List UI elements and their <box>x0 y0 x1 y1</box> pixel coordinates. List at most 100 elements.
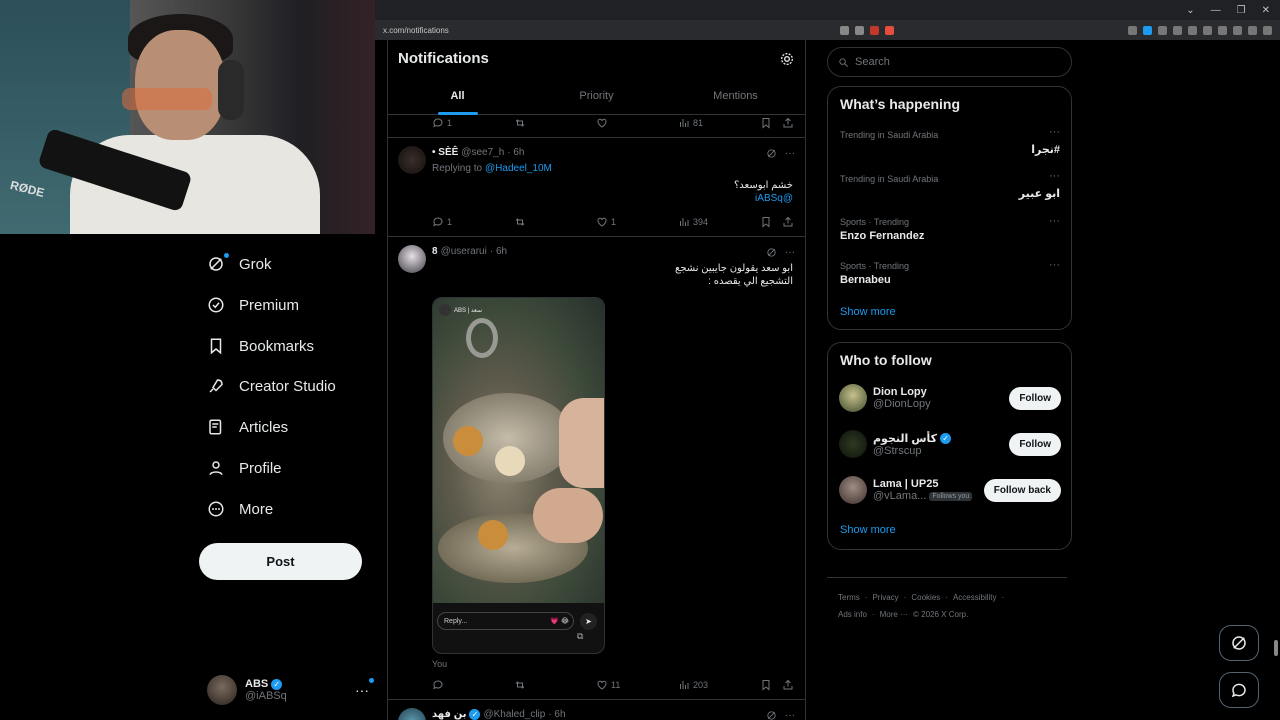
warning-icon[interactable] <box>885 25 894 35</box>
messages-float-button[interactable] <box>1219 672 1259 708</box>
share-button[interactable] <box>782 117 794 129</box>
reply-button[interactable]: 1 <box>432 216 452 228</box>
account-switcher[interactable]: ABS ✓ @iABSq ··· <box>207 672 377 708</box>
reply-button[interactable]: 1 <box>432 117 452 129</box>
follow-suggestion[interactable]: Lama | UP25 @vLama... Follows you Follow … <box>839 475 1061 505</box>
replying-to-link[interactable]: @Hadeel_10M <box>485 163 552 174</box>
nav-item-profile[interactable]: Profile <box>207 456 282 480</box>
more-options-icon[interactable]: ··· <box>1049 170 1060 182</box>
shield-icon[interactable] <box>1248 25 1257 35</box>
extension-icon[interactable] <box>1158 25 1167 35</box>
follow-button[interactable]: Follow <box>1009 386 1061 410</box>
nav-item-more[interactable]: More <box>207 497 273 521</box>
follow-name[interactable]: Lama | UP25 <box>873 478 978 490</box>
like-button[interactable]: 11 <box>596 679 620 691</box>
retweet-button[interactable] <box>514 216 526 228</box>
address-bar[interactable]: x.com/notifications <box>375 20 1280 40</box>
tweet-author-name[interactable]: 8 <box>432 246 438 257</box>
bookmark-button[interactable] <box>760 216 772 228</box>
search-input[interactable]: Search <box>827 47 1072 77</box>
avatar[interactable] <box>839 384 867 412</box>
minimize-icon[interactable]: — <box>1211 5 1221 16</box>
views-button[interactable]: 81 <box>678 117 703 129</box>
page-scrollbar[interactable] <box>1272 40 1280 720</box>
post-button[interactable]: Post <box>199 543 362 580</box>
follow-button[interactable]: Follow <box>1009 432 1061 456</box>
follow-handle[interactable]: @DionLopy <box>873 398 1003 410</box>
more-options-icon[interactable]: ··· <box>1049 259 1060 271</box>
grok-icon[interactable] <box>766 247 777 258</box>
url-text[interactable]: x.com/notifications <box>383 26 1128 35</box>
music-icon[interactable] <box>1188 25 1197 35</box>
footer-privacy[interactable]: Privacy <box>872 593 898 602</box>
extension-icon[interactable] <box>1128 25 1137 35</box>
trend-item[interactable]: Trending in Saudi Arabia #نجرا ··· <box>840 126 1060 156</box>
tweet-time[interactable]: · 6h <box>548 709 565 720</box>
footer-accessibility[interactable]: Accessibility <box>953 593 997 602</box>
retweet-button[interactable] <box>514 679 526 691</box>
restore-icon[interactable]: ❐ <box>1237 5 1246 16</box>
nav-item-premium[interactable]: Premium <box>207 293 299 317</box>
follow-handle[interactable]: @vLama... <box>873 490 926 502</box>
sidebar-icon[interactable] <box>1203 25 1212 35</box>
more-options-icon[interactable]: ··· <box>1049 126 1060 138</box>
puzzle-icon[interactable] <box>1233 25 1242 35</box>
retweet-button[interactable] <box>514 117 526 129</box>
follow-handle[interactable]: @Strscup <box>873 445 1003 457</box>
tweet[interactable]: 8 @userarui · 6h ··· ابو سعد يقولون جايب… <box>388 237 805 700</box>
views-button[interactable]: 203 <box>678 679 708 691</box>
nav-item-creator-studio[interactable]: Creator Studio <box>207 374 336 398</box>
share-button[interactable] <box>782 679 794 691</box>
tweet-author-name[interactable]: بن فهد <box>432 709 466 720</box>
gear-icon[interactable] <box>779 51 795 67</box>
follow-name[interactable]: Dion Lopy <box>873 386 1003 398</box>
scrollbar-thumb[interactable] <box>1274 640 1278 656</box>
more-options-icon[interactable]: ··· <box>1049 215 1060 227</box>
avatar[interactable] <box>398 708 426 720</box>
footer-more[interactable]: More ··· <box>880 610 908 619</box>
footer-terms[interactable]: Terms <box>838 593 860 602</box>
extension-icon[interactable] <box>870 25 879 35</box>
grok-float-button[interactable] <box>1219 625 1259 661</box>
more-options-icon[interactable]: ··· <box>785 710 795 720</box>
tweet-time[interactable]: · 6h <box>507 147 524 158</box>
nav-item-articles[interactable]: Articles <box>207 415 288 439</box>
trend-item[interactable]: Trending in Saudi Arabia ابو عبير ··· <box>840 170 1060 200</box>
tweet-author-name[interactable]: • SÈÊ <box>432 147 458 158</box>
downloads-icon[interactable] <box>1218 25 1227 35</box>
tab-all[interactable]: All <box>388 80 527 115</box>
trend-item[interactable]: Sports · Trending Bernabeu ··· <box>840 259 1060 286</box>
tweet-author-handle[interactable]: @see7_h <box>461 147 504 158</box>
footer-cookies[interactable]: Cookies <box>911 593 940 602</box>
tweet[interactable]: • SÈÊ @see7_h · 6h ··· Replying to @Hade… <box>388 138 805 237</box>
tweet-author-handle[interactable]: @Khaled_clip <box>483 709 545 720</box>
more-options-icon[interactable]: ··· <box>785 148 795 159</box>
footer-ads-info[interactable]: Ads info <box>838 610 867 619</box>
grok-icon[interactable] <box>766 710 777 720</box>
more-options-icon[interactable]: ··· <box>785 247 795 258</box>
like-button[interactable]: 1 <box>596 216 616 228</box>
follow-suggestion[interactable]: Dion Lopy @DionLopy Follow <box>839 383 1061 413</box>
menu-icon[interactable] <box>1263 25 1272 35</box>
grok-icon[interactable] <box>766 148 777 159</box>
mention-link[interactable]: @iABSq <box>755 192 793 205</box>
show-more-link[interactable]: Show more <box>840 524 896 536</box>
tweet-author-handle[interactable]: @userarui <box>441 246 487 257</box>
bookmark-button[interactable] <box>760 117 772 129</box>
follow-suggestion[interactable]: كأس النجوم ✓ @Strscup Follow <box>839 429 1061 459</box>
tweet-media[interactable]: ABS | سعد Reply... 💗 😂 ➤ ⧉ <box>432 297 605 654</box>
more-options-icon[interactable]: ··· <box>355 682 369 698</box>
share-button[interactable] <box>782 216 794 228</box>
follow-name[interactable]: كأس النجوم <box>873 432 937 445</box>
tab-priority[interactable]: Priority <box>527 80 666 115</box>
bookmark-button[interactable] <box>760 679 772 691</box>
avatar[interactable] <box>398 146 426 174</box>
chevron-down-icon[interactable]: ⌄ <box>1186 5 1194 16</box>
avatar[interactable] <box>398 245 426 273</box>
nav-item-grok[interactable]: Grok <box>207 252 272 276</box>
avatar[interactable] <box>839 476 867 504</box>
tweet[interactable]: 1 81 <box>388 115 805 138</box>
cast-icon[interactable] <box>855 25 864 35</box>
extension-icon[interactable] <box>1143 25 1152 35</box>
tweet-time[interactable]: · 6h <box>490 246 507 257</box>
